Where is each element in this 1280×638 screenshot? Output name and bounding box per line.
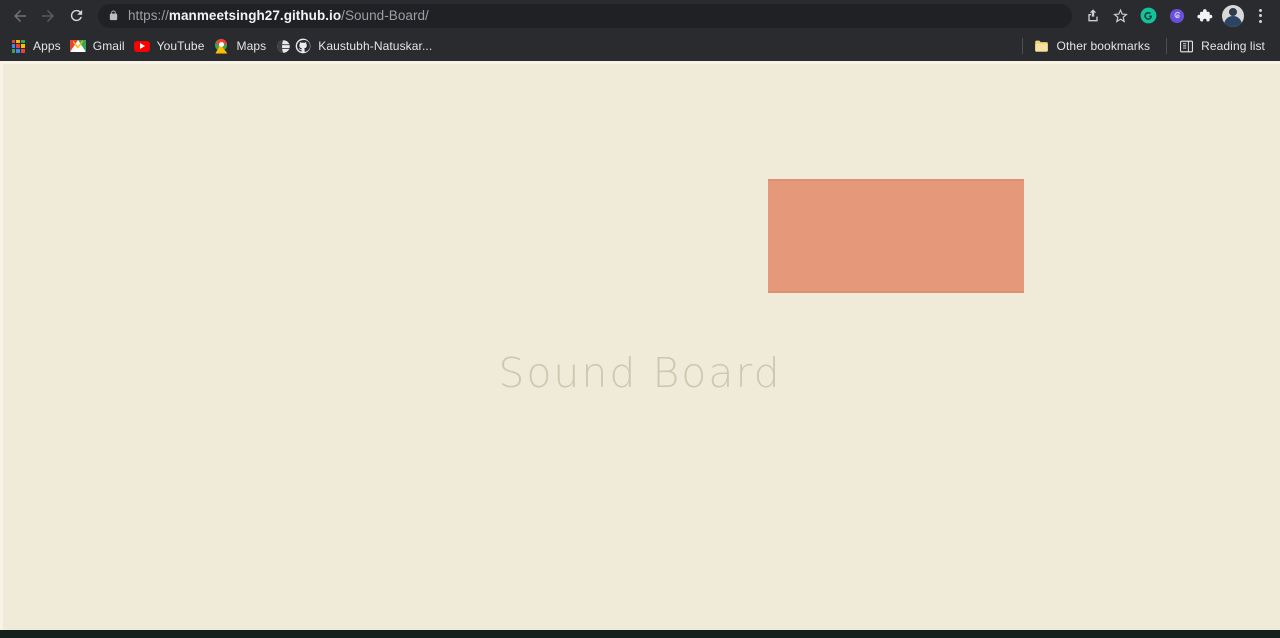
bookmark-label: YouTube	[156, 39, 205, 53]
bookmark-other-bookmarks[interactable]: Other bookmarks	[1032, 35, 1158, 57]
bookmark-github[interactable]: Kaustubh-Natuskar...	[293, 35, 439, 57]
page-title: Sound Board	[498, 349, 782, 397]
reload-button[interactable]	[62, 2, 90, 30]
youtube-icon	[133, 38, 150, 54]
three-dots	[1259, 8, 1262, 23]
page-viewport: Sound Board	[0, 61, 1280, 638]
url-path: /Sound-Board/	[341, 8, 429, 23]
bookmark-label: Gmail	[92, 39, 125, 53]
share-icon[interactable]	[1079, 2, 1106, 29]
bookmark-label: Other bookmarks	[1056, 39, 1151, 53]
bookmarks-bar: Apps Gmail YouTube Maps Kaustubh-Natuska…	[0, 31, 1280, 61]
sound-tile[interactable]	[768, 179, 1024, 293]
bookmark-label: Apps	[33, 39, 61, 53]
bookmark-label: Kaustubh-Natuskar...	[318, 39, 433, 53]
reading-list-icon	[1178, 38, 1194, 54]
url-text: https://manmeetsingh27.github.io/Sound-B…	[128, 8, 429, 23]
maps-pin-icon	[212, 36, 230, 54]
avatar	[1221, 4, 1244, 27]
page-top-edge	[0, 61, 1280, 64]
browser-toolbar: https://manmeetsingh27.github.io/Sound-B…	[0, 0, 1280, 31]
bookmark-apps[interactable]: Apps	[8, 35, 68, 57]
url-host: manmeetsingh27.github.io	[168, 8, 342, 23]
globe-icon	[275, 38, 291, 54]
bookmark-youtube[interactable]: YouTube	[132, 35, 212, 57]
forward-arrow-icon	[42, 9, 54, 22]
browser-window: https://manmeetsingh27.github.io/Sound-B…	[0, 0, 1280, 638]
lock-icon	[108, 9, 119, 22]
grammarly-extension-icon[interactable]	[1135, 2, 1162, 29]
chrome-menu-icon[interactable]	[1247, 2, 1274, 29]
url-scheme: https://	[128, 8, 169, 23]
bookmark-gmail[interactable]: Gmail	[68, 35, 132, 57]
bookmark-globe[interactable]	[273, 35, 293, 57]
reload-icon	[70, 9, 82, 22]
bookmarks-divider	[1021, 38, 1023, 54]
github-icon	[295, 38, 311, 54]
purple-extension-icon[interactable]	[1163, 2, 1190, 29]
bookmark-maps[interactable]: Maps	[211, 35, 273, 57]
back-button[interactable]	[6, 2, 34, 30]
apps-grid-icon	[10, 38, 26, 54]
address-bar[interactable]: https://manmeetsingh27.github.io/Sound-B…	[98, 3, 1072, 28]
folder-icon	[1034, 38, 1050, 54]
avatar-head	[1228, 7, 1237, 16]
star-icon[interactable]	[1107, 2, 1134, 29]
profile-avatar[interactable]	[1219, 2, 1246, 29]
bookmark-reading-list[interactable]: Reading list	[1176, 35, 1272, 57]
bookmark-label: Reading list	[1201, 39, 1265, 53]
gmail-icon	[69, 38, 86, 54]
bookmark-label: Maps	[236, 39, 267, 53]
page-footer-bar	[0, 630, 1280, 638]
toolbar-icon-group	[1079, 2, 1274, 29]
avatar-body	[1223, 15, 1242, 27]
forward-button[interactable]	[34, 2, 62, 30]
extensions-puzzle-icon[interactable]	[1191, 2, 1218, 29]
back-arrow-icon	[14, 9, 26, 22]
bookmarks-divider-2	[1166, 38, 1168, 54]
